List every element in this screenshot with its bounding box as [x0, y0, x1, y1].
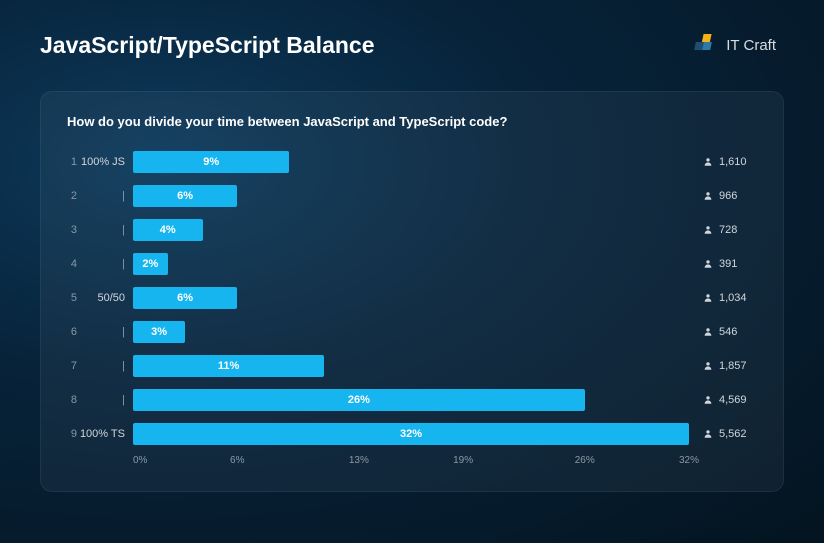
- bar: 11%: [133, 355, 324, 377]
- row-index: 1: [61, 156, 77, 168]
- chart-title: How do you divide your time between Java…: [67, 114, 757, 129]
- bar-value-label: 4%: [160, 224, 176, 236]
- bar: 26%: [133, 389, 585, 411]
- bar-value-label: 2%: [142, 258, 158, 270]
- respondent-count: 1,034: [689, 292, 757, 304]
- respondent-count: 1,610: [689, 156, 757, 168]
- bar: 6%: [133, 185, 237, 207]
- x-tick: 19%: [453, 455, 473, 466]
- bar-track: 11%: [133, 355, 689, 377]
- bar-row: 6| 3% 546: [61, 317, 757, 347]
- bar-track: 32%: [133, 423, 689, 445]
- row-index: 5: [61, 292, 77, 304]
- respondent-count: 391: [689, 258, 757, 270]
- bar-value-label: 32%: [400, 428, 422, 440]
- y-category-label: 100% JS: [77, 156, 133, 168]
- x-tick: 0%: [133, 455, 147, 466]
- bar-value-label: 6%: [177, 190, 193, 202]
- y-category-label: |: [77, 258, 133, 270]
- brand-logo: IT Craft: [694, 32, 776, 58]
- y-category-label: 50/50: [77, 292, 133, 304]
- bar-value-label: 6%: [177, 292, 193, 304]
- row-index: 6: [61, 326, 77, 338]
- bar-row: 3| 4% 728: [61, 215, 757, 245]
- bar-row: 1100% JS 9% 1,610: [61, 147, 757, 177]
- bar: 9%: [133, 151, 289, 173]
- bar-row: 2| 6% 966: [61, 181, 757, 211]
- bar-track: 4%: [133, 219, 689, 241]
- row-index: 2: [61, 190, 77, 202]
- respondent-count: 728: [689, 224, 757, 236]
- row-index: 3: [61, 224, 77, 236]
- x-tick: 6%: [230, 455, 244, 466]
- bar-row: 8| 26% 4,569: [61, 385, 757, 415]
- y-category-label: |: [77, 190, 133, 202]
- header: JavaScript/TypeScript Balance IT Craft: [0, 0, 824, 75]
- bar-value-label: 3%: [151, 326, 167, 338]
- bar-value-label: 9%: [203, 156, 219, 168]
- bar-track: 6%: [133, 185, 689, 207]
- page-title: JavaScript/TypeScript Balance: [40, 32, 375, 59]
- y-category-label: |: [77, 394, 133, 406]
- x-tick: 13%: [349, 455, 369, 466]
- bar-track: 26%: [133, 389, 689, 411]
- row-index: 7: [61, 360, 77, 372]
- row-index: 8: [61, 394, 77, 406]
- bar-track: 3%: [133, 321, 689, 343]
- row-index: 9: [61, 428, 77, 440]
- bar-row: 7| 11% 1,857: [61, 351, 757, 381]
- y-category-label: 100% TS: [77, 428, 133, 440]
- row-index: 4: [61, 258, 77, 270]
- x-axis: 0% 6% 13% 19% 26% 32%: [61, 455, 757, 473]
- bar-track: 2%: [133, 253, 689, 275]
- bar-track: 6%: [133, 287, 689, 309]
- bar: 3%: [133, 321, 185, 343]
- bar: 2%: [133, 253, 168, 275]
- chart-card: How do you divide your time between Java…: [40, 91, 784, 492]
- bar-row: 550/50 6% 1,034: [61, 283, 757, 313]
- y-category-label: |: [77, 326, 133, 338]
- bar: 32%: [133, 423, 689, 445]
- bar-rows: 1100% JS9%1,6102|6%9663|4%7284|2%391550/…: [61, 147, 757, 449]
- bar-row: 4| 2% 391: [61, 249, 757, 279]
- respondent-count: 4,569: [689, 394, 757, 406]
- respondent-count: 1,857: [689, 360, 757, 372]
- respondent-count: 5,562: [689, 428, 757, 440]
- y-category-label: |: [77, 360, 133, 372]
- respondent-count: 966: [689, 190, 757, 202]
- bar-value-label: 11%: [218, 360, 239, 372]
- x-tick: 32%: [679, 455, 699, 466]
- bar: 4%: [133, 219, 203, 241]
- y-category-label: |: [77, 224, 133, 236]
- respondent-count: 546: [689, 326, 757, 338]
- bar-value-label: 26%: [348, 394, 370, 406]
- logo-icon: [694, 32, 720, 58]
- logo-text: IT Craft: [726, 37, 776, 54]
- bar-row: 9100% TS 32% 5,562: [61, 419, 757, 449]
- x-tick: 26%: [575, 455, 595, 466]
- bar-track: 9%: [133, 151, 689, 173]
- bar: 6%: [133, 287, 237, 309]
